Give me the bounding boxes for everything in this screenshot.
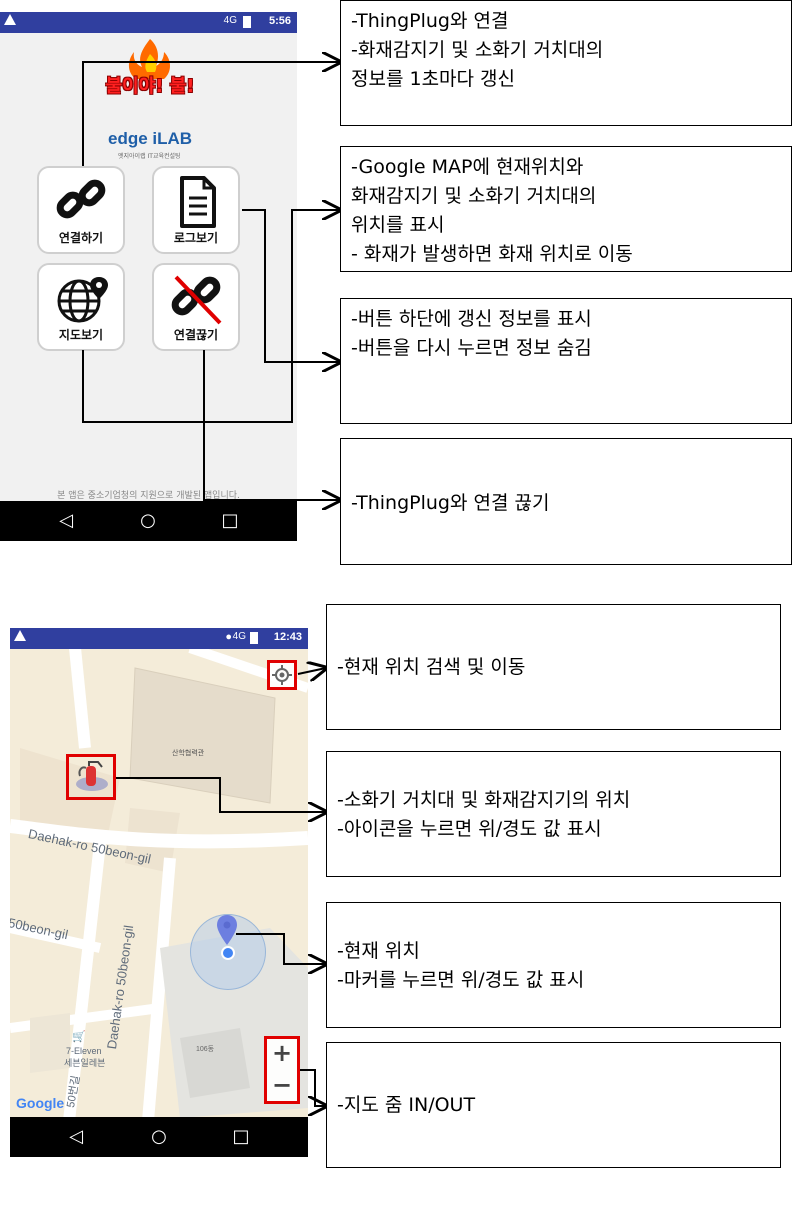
annotation-current: -현재 위치 -마커를 누르면 위/경도 값 표시: [326, 902, 781, 1028]
annotation-connect: -ThingPlug와 연결 -화재감지기 및 소화기 거치대의 정보를 1초마…: [340, 0, 792, 126]
annotation-disconnect: -ThingPlug와 연결 끊기: [340, 438, 792, 565]
annotation-map: -Google MAP에 현재위치와 화재감지기 및 소화기 거치대의 위치를 …: [340, 146, 792, 272]
annotation-locate: -현재 위치 검색 및 이동: [326, 604, 781, 730]
annotation-zoom: -지도 줌 IN/OUT: [326, 1042, 781, 1168]
annotation-log: -버튼 하단에 갱신 정보를 표시 -버튼을 다시 누르면 정보 숨김: [340, 298, 792, 424]
annotation-marker: -소화기 거치대 및 화재감지기의 위치 -아이콘을 누르면 위/경도 값 표시: [326, 751, 781, 877]
